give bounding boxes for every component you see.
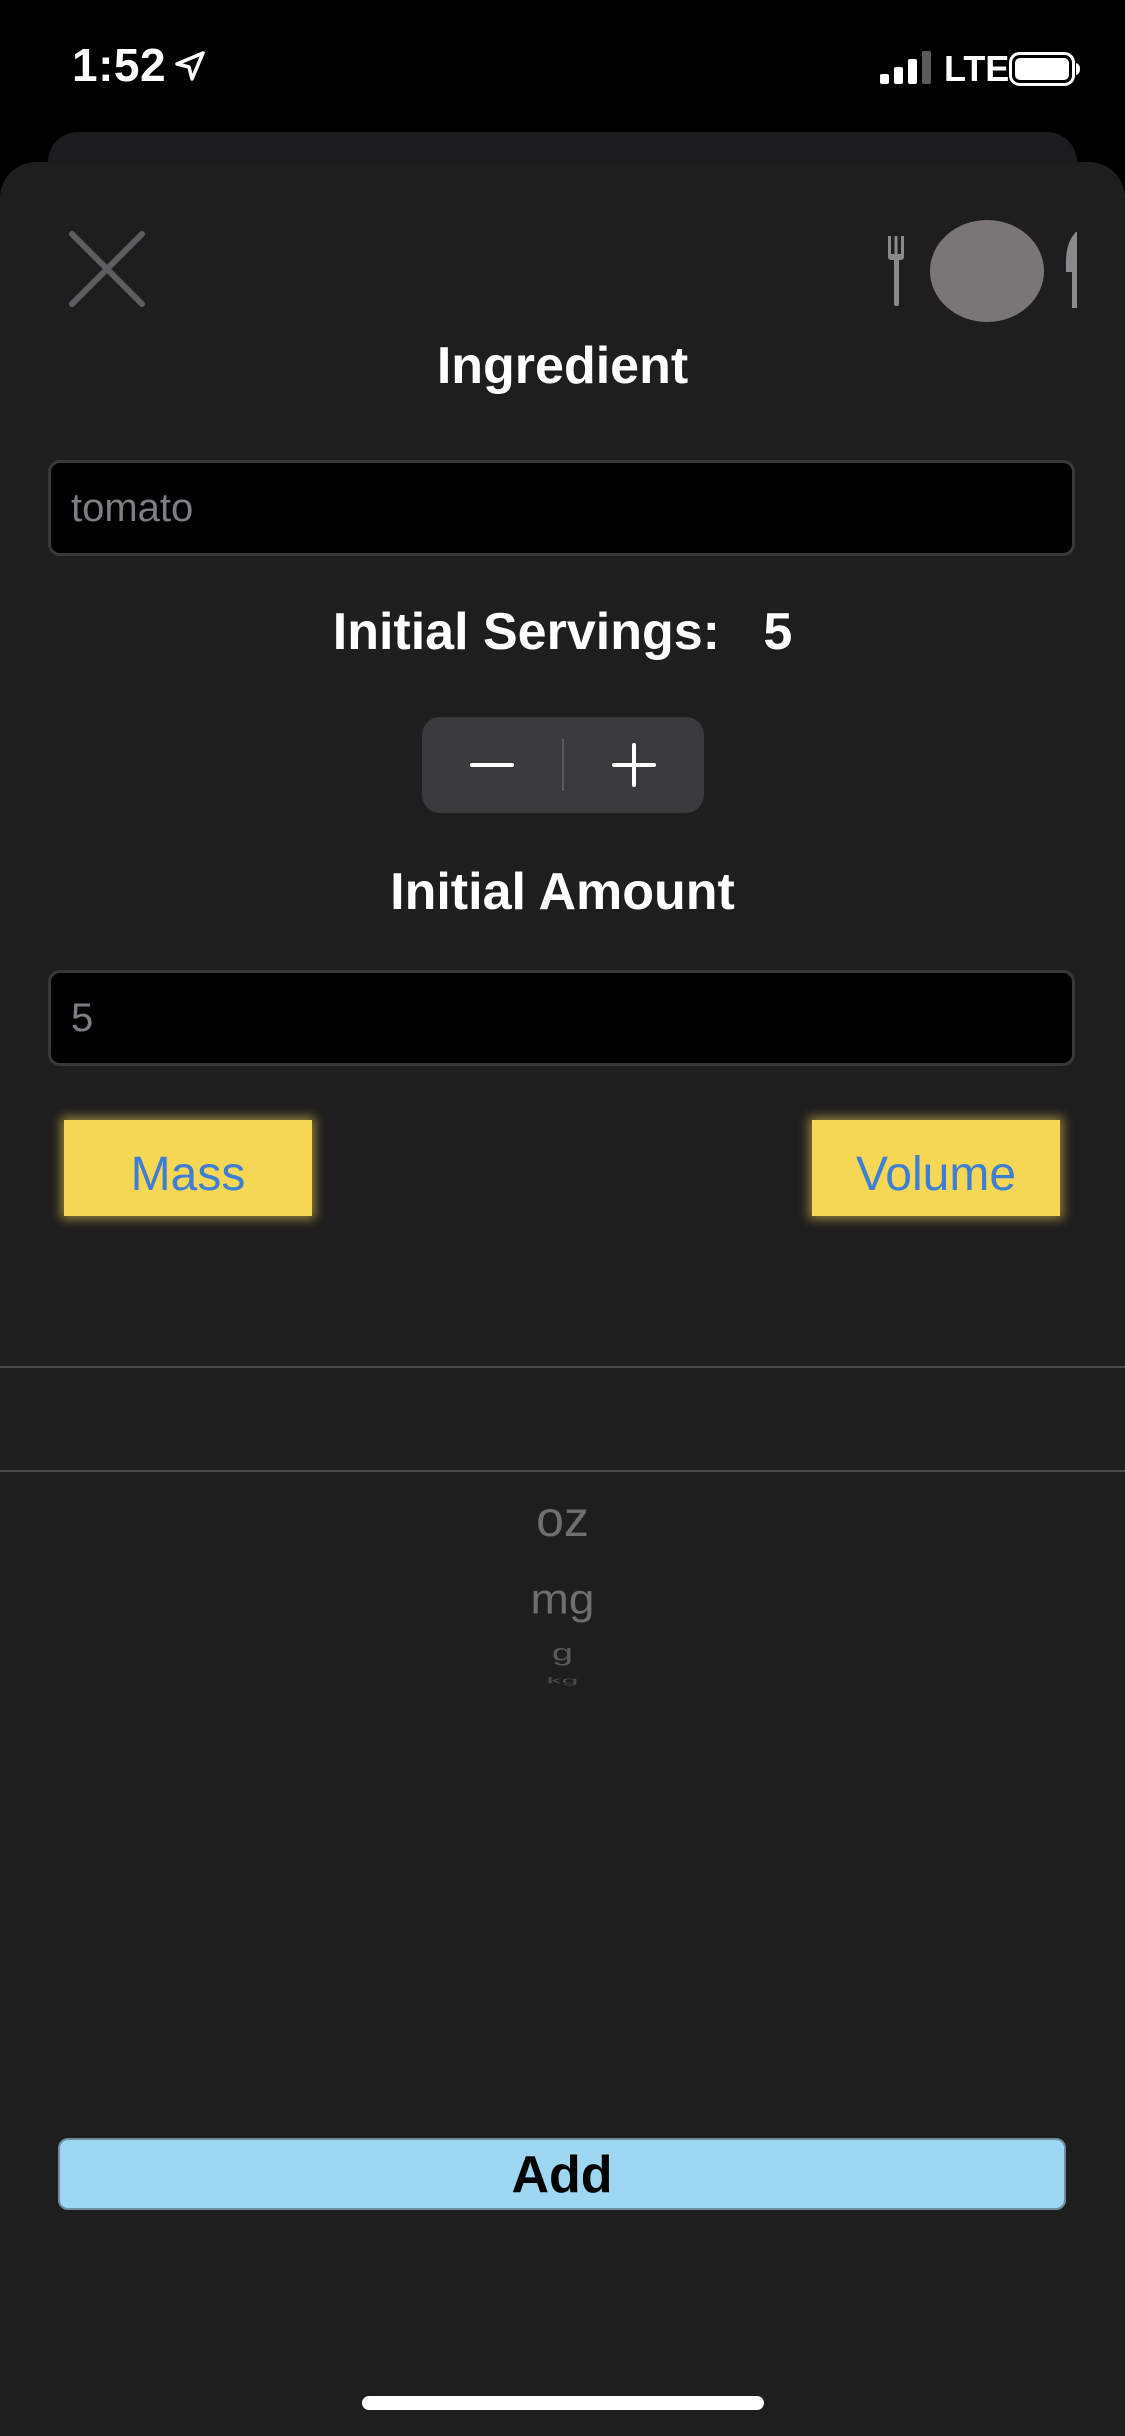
- servings-row: Initial Servings: 5: [0, 602, 1125, 662]
- picker-item[interactable]: kg: [0, 1676, 1125, 1686]
- close-icon[interactable]: [68, 230, 146, 308]
- picker-item[interactable]: oz: [0, 1490, 1125, 1548]
- servings-stepper[interactable]: [422, 717, 704, 813]
- status-bar: 1:52 LTE: [0, 0, 1125, 135]
- ingredient-field[interactable]: [48, 460, 1075, 556]
- add-button[interactable]: Add: [58, 2138, 1066, 2210]
- servings-value: 5: [763, 603, 793, 661]
- increment-button[interactable]: [564, 717, 704, 813]
- picker-item[interactable]: mg: [0, 1574, 1125, 1624]
- status-time: 1:52: [72, 39, 167, 91]
- picker-selection-bottom-line: [0, 1470, 1125, 1472]
- add-ingredient-screen: 1:52 LTE Ingredient tomato Initial Servi…: [0, 0, 1125, 2436]
- battery-icon: [1009, 52, 1080, 86]
- picker-selection-top-line: [0, 1366, 1125, 1368]
- network-label: LTE: [944, 48, 1010, 89]
- home-indicator[interactable]: [362, 2396, 764, 2410]
- picker-item[interactable]: g: [0, 1640, 1125, 1667]
- decrement-button[interactable]: [422, 717, 562, 813]
- signal-bars-icon: [880, 51, 931, 84]
- unit-picker[interactable]: oz mg g kg: [0, 1240, 1125, 1700]
- amount-label: Initial Amount: [390, 863, 735, 921]
- volume-button[interactable]: Volume: [812, 1120, 1060, 1216]
- plate-icon: [930, 220, 1044, 322]
- plus-icon: [612, 743, 656, 787]
- mass-button[interactable]: Mass: [64, 1120, 312, 1216]
- minus-icon: [470, 763, 514, 767]
- location-arrow-icon: [175, 51, 205, 81]
- fork-icon: [888, 236, 904, 306]
- ingredient-label: Ingredient: [436, 337, 689, 395]
- amount-field[interactable]: [48, 970, 1075, 1066]
- knife-icon: [1066, 232, 1077, 308]
- servings-label: Initial Servings:: [332, 603, 720, 661]
